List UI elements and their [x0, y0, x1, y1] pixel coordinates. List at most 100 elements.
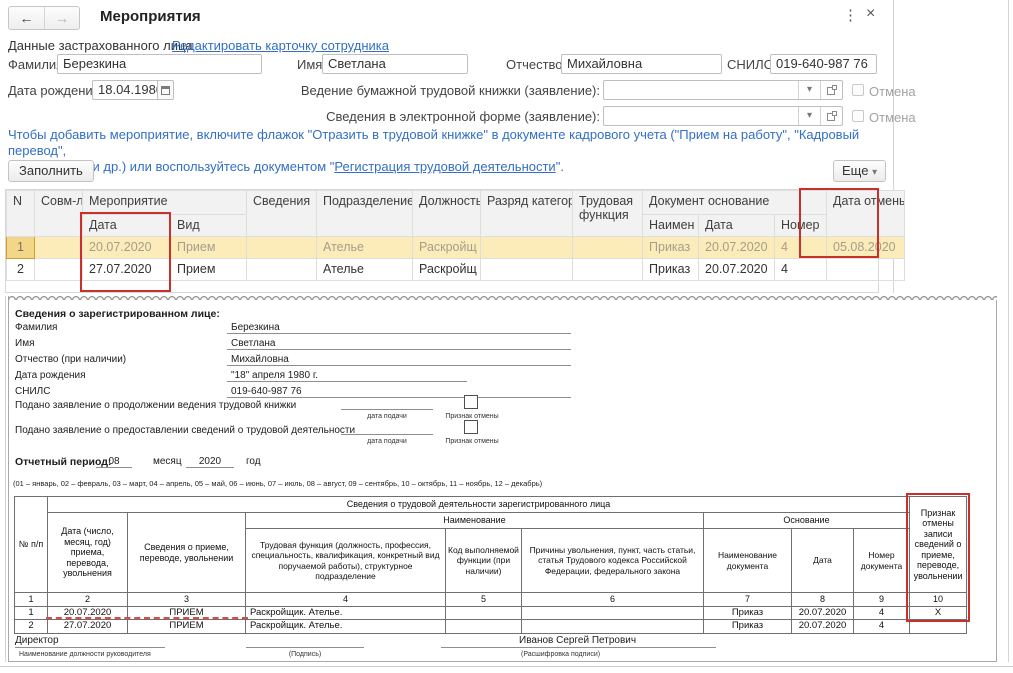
form-colnum: 6: [522, 593, 704, 607]
lastname-input[interactable]: Березкина: [57, 54, 262, 74]
more-button[interactable]: Еще ▾: [833, 160, 886, 182]
form-statement1-cancel-caption: Признак отмены: [441, 413, 503, 420]
forward-arrow-icon: →: [55, 10, 69, 26]
cell-grade[interactable]: [481, 237, 573, 259]
cell-department[interactable]: Ателье: [317, 237, 413, 259]
firstname-input[interactable]: Светлана: [322, 54, 468, 74]
col-header-base-date[interactable]: Дата: [699, 215, 775, 237]
col-header-labor-function[interactable]: Трудовая функция: [573, 191, 643, 237]
cell-info[interactable]: [247, 259, 317, 281]
paper-workbook-cancel-checkbox[interactable]: [852, 84, 864, 96]
cell-position[interactable]: Раскройщ: [413, 259, 481, 281]
col-header-info[interactable]: Сведения: [247, 191, 317, 237]
col-header-kind[interactable]: Вид: [171, 215, 247, 237]
paper-workbook-open-button[interactable]: [820, 81, 842, 99]
cell-date[interactable]: 27.07.2020: [83, 259, 171, 281]
insured-person-label: Данные застрахованного лица: [8, 38, 193, 53]
cell-base-date[interactable]: 20.07.2020: [699, 237, 775, 259]
form-cell-reason: [522, 606, 704, 620]
paper-workbook-combobox[interactable]: ▾: [603, 80, 843, 100]
cell-base-name[interactable]: Приказ: [643, 259, 699, 281]
electronic-info-value: [604, 107, 798, 125]
form-col2-header: Дата (число, месяц, год) приема, перевод…: [48, 513, 128, 593]
birthdate-input[interactable]: 18.04.1980: [92, 80, 158, 100]
calendar-button[interactable]: [158, 80, 174, 100]
middlename-input[interactable]: Михайловна: [561, 54, 722, 74]
form-col8-header: Дата: [792, 529, 854, 593]
more-menu-icon[interactable]: ⋮: [843, 6, 858, 24]
cell-n[interactable]: 2: [7, 259, 35, 281]
nav-button-group: ← →: [8, 6, 80, 30]
col-header-n[interactable]: N: [7, 191, 35, 237]
event-row-2[interactable]: 2 27.07.2020 Прием Ателье Раскройщ Прика…: [7, 259, 905, 281]
paper-workbook-dropdown-button[interactable]: ▾: [798, 81, 820, 99]
cell-info[interactable]: [247, 237, 317, 259]
cell-cancel-date[interactable]: [827, 259, 905, 281]
form-col10-header: Признак отмены записи сведений о приеме,…: [910, 497, 967, 593]
form-name-caption: (Расшифровка подписи): [521, 651, 600, 658]
cell-kind[interactable]: Прием: [171, 259, 247, 281]
col-header-part-time[interactable]: Совм-ль: [35, 191, 83, 237]
col-header-grade[interactable]: Разряд категория: [481, 191, 573, 237]
cell-department[interactable]: Ателье: [317, 259, 413, 281]
col-header-base-doc[interactable]: Документ основание: [643, 191, 827, 215]
form-statement2-cancel-caption: Признак отмены: [441, 438, 503, 445]
cell-kind[interactable]: Прием: [171, 237, 247, 259]
hint-line2-suffix: ".: [556, 159, 564, 174]
cell-labor-function[interactable]: [573, 259, 643, 281]
form-col5-header: Код выполняемой функции (при наличии): [446, 529, 522, 593]
cell-part-time[interactable]: [35, 259, 83, 281]
chevron-down-icon: ▾: [807, 110, 812, 121]
forward-button[interactable]: →: [44, 7, 79, 29]
cell-labor-function[interactable]: [573, 237, 643, 259]
form-cell-doc-date: 20.07.2020: [792, 620, 854, 634]
fill-button[interactable]: Заполнить: [8, 160, 94, 182]
col-header-base-name[interactable]: Наимен: [643, 215, 699, 237]
form-colnum: 3: [128, 593, 246, 607]
back-arrow-icon: ←: [20, 10, 34, 26]
underline: [341, 423, 433, 435]
electronic-info-combobox[interactable]: ▾: [603, 106, 843, 126]
underline: [246, 636, 364, 648]
cell-n[interactable]: 1: [7, 237, 35, 259]
form-position-caption: Наименование должности руководителя: [19, 651, 151, 658]
cell-grade[interactable]: [481, 259, 573, 281]
col-header-position[interactable]: Должность: [413, 191, 481, 237]
form-month-legend: (01 – январь, 02 – февраль, 03 – март, 0…: [13, 479, 542, 488]
electronic-info-open-button[interactable]: [820, 107, 842, 125]
form-group-base-header: Основание: [704, 513, 910, 529]
szvtd-print-form: Сведения о зарегистрированном лице: Фами…: [8, 296, 997, 662]
form-statement2-cancel-checkbox: [464, 420, 478, 434]
form-sign-caption: (Подпись): [246, 651, 364, 658]
form-cell-doc-name: Приказ: [704, 606, 792, 620]
form-group-name-header: Наименование: [246, 513, 704, 529]
cell-date[interactable]: 20.07.2020: [83, 237, 171, 259]
col-header-department[interactable]: Подразделение: [317, 191, 413, 237]
cell-position[interactable]: Раскройщ: [413, 237, 481, 259]
form-cell-n: 2: [15, 620, 48, 634]
form-cell-doc-number: 4: [854, 620, 910, 634]
form-data-row-2: 2 27.07.2020 ПРИЕМ Раскройщик. Ателье. П…: [15, 620, 967, 634]
electronic-info-cancel-checkbox[interactable]: [852, 110, 864, 122]
col-header-event[interactable]: Мероприятие: [83, 191, 247, 215]
window-bottom-border: [0, 666, 1013, 667]
paper-workbook-cancel-label: Отмена: [869, 84, 916, 99]
cell-base-number[interactable]: 4: [775, 237, 827, 259]
cell-base-date[interactable]: 20.07.2020: [699, 259, 775, 281]
snils-input[interactable]: 019-640-987 76: [770, 54, 877, 74]
col-header-date[interactable]: Дата: [83, 215, 171, 237]
labor-activity-registration-link[interactable]: Регистрация трудовой деятельности: [334, 159, 555, 174]
close-icon[interactable]: ×: [866, 5, 875, 23]
events-table: N Совм-ль Мероприятие Сведения Подраздел…: [6, 190, 905, 281]
edit-employee-card-link[interactable]: Редактировать карточку сотрудника: [172, 38, 389, 53]
cell-base-name[interactable]: Приказ: [643, 237, 699, 259]
cell-cancel-date[interactable]: 05.08.2020: [827, 237, 905, 259]
col-header-base-number[interactable]: Номер: [775, 215, 827, 237]
cell-base-number[interactable]: 4: [775, 259, 827, 281]
back-button[interactable]: ←: [9, 7, 44, 29]
electronic-info-dropdown-button[interactable]: ▾: [798, 107, 820, 125]
cell-part-time[interactable]: [35, 237, 83, 259]
event-row-1[interactable]: 1 20.07.2020 Прием Ателье Раскройщ Прика…: [7, 237, 905, 259]
form-colnum: 8: [792, 593, 854, 607]
col-header-cancel-date[interactable]: Дата отмены: [827, 191, 905, 237]
